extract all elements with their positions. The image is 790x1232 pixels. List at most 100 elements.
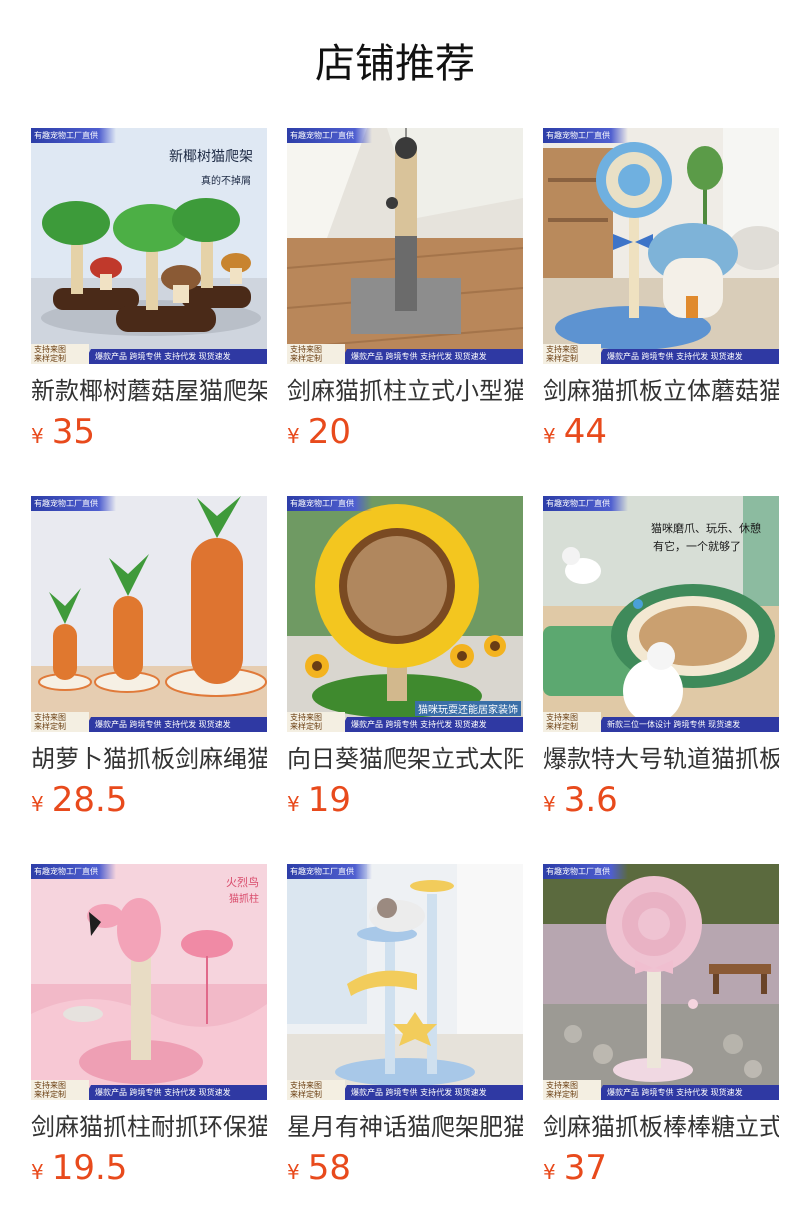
custom-badge-line1: 支持来图: [546, 713, 578, 722]
product-name[interactable]: 剑麻猫抓板棒棒糖立式: [543, 1110, 779, 1144]
custom-badge-line2: 来样定制: [34, 354, 66, 363]
custom-badge: 支持来图 来样定制: [543, 344, 601, 364]
promo-strip: 爆款产品 跨境专供 支持代发 现货速发: [595, 349, 779, 364]
lollipop-mushroom-icon: [543, 128, 779, 364]
currency-symbol: ¥: [287, 424, 300, 448]
product-price: ¥44: [543, 412, 779, 452]
product-card[interactable]: 有趣宠物工厂直供 爆款产品 跨境专供 支持代发 现货速发 支持来图 来样定制 剑麻…: [543, 864, 779, 1188]
custom-badge-line1: 支持来图: [34, 713, 66, 722]
custom-badge-line2: 来样定制: [546, 1090, 578, 1099]
product-name[interactable]: 向日葵猫爬架立式太阳: [287, 742, 523, 776]
product-image[interactable]: 有趣宠物工厂直供 爆款产品 跨境专供 支持代发 现货速发 支持来图 来样定制: [287, 864, 523, 1100]
promo-strip: 爆款产品 跨境专供 支持代发 现货速发: [595, 1085, 779, 1100]
product-card[interactable]: 猫咪玩耍还能居家装饰 有趣宠物工厂直供 爆款产品 跨境专供 支持代发 现货速发 …: [287, 496, 523, 820]
supplier-tag: 有趣宠物工厂直供: [543, 496, 628, 511]
product-price: ¥58: [287, 1148, 523, 1188]
custom-badge-line1: 支持来图: [34, 1081, 66, 1090]
product-card[interactable]: 火烈鸟 猫抓柱 有趣宠物工厂直供 爆款产品 跨境专供 支持代发 现货速发 支持来…: [31, 864, 267, 1188]
product-card[interactable]: 新椰树猫爬架 真的不掉屑 有趣宠物工厂直供 爆款产品 跨境专供 支持代发 现货速…: [31, 128, 267, 452]
product-image[interactable]: 猫咪玩耍还能居家装饰 有趣宠物工厂直供 爆款产品 跨境专供 支持代发 现货速发 …: [287, 496, 523, 732]
overlay-subcaption: 真的不掉屑: [201, 176, 251, 187]
price-value: 35: [51, 412, 95, 452]
product-card[interactable]: 猫咪磨爪、玩乐、休憩 有它，一个就够了 有趣宠物工厂直供 新款三位一体设计 跨境…: [543, 496, 779, 820]
currency-symbol: ¥: [287, 792, 300, 816]
custom-badge-line2: 来样定制: [290, 1090, 322, 1099]
price-value: 44: [563, 412, 607, 452]
supplier-tag: 有趣宠物工厂直供: [287, 128, 372, 143]
overlay-caption: 新椰树猫爬架: [169, 149, 253, 165]
custom-badge-line1: 支持来图: [290, 1081, 322, 1090]
product-price: ¥20: [287, 412, 523, 452]
product-image[interactable]: 有趣宠物工厂直供 爆款产品 跨境专供 支持代发 现货速发 支持来图 来样定制: [287, 128, 523, 364]
sunflower-scratcher-icon: [287, 496, 523, 732]
supplier-tag: 有趣宠物工厂直供: [31, 864, 116, 879]
custom-badge: 支持来图 来样定制: [287, 712, 345, 732]
custom-badge-line2: 来样定制: [34, 1090, 66, 1099]
overlay-caption: 猫咪磨爪、玩乐、休憩: [651, 522, 761, 535]
product-name[interactable]: 星月有神话猫爬架肥猫: [287, 1110, 523, 1144]
product-card[interactable]: 有趣宠物工厂直供 爆款产品 跨境专供 支持代发 现货速发 支持来图 来样定制 胡萝…: [31, 496, 267, 820]
product-image[interactable]: 有趣宠物工厂直供 爆款产品 跨境专供 支持代发 现货速发 支持来图 来样定制: [543, 864, 779, 1100]
price-value: 19: [307, 780, 351, 820]
carrot-scratcher-icon: [31, 496, 267, 732]
supplier-tag: 有趣宠物工厂直供: [287, 496, 372, 511]
overlay-subcaption: 猫抓柱: [229, 894, 259, 905]
promo-strip: 爆款产品 跨境专供 支持代发 现货速发: [83, 1085, 267, 1100]
product-image[interactable]: 猫咪磨爪、玩乐、休憩 有它，一个就够了 有趣宠物工厂直供 新款三位一体设计 跨境…: [543, 496, 779, 732]
product-name[interactable]: 爆款特大号轨道猫抓板: [543, 742, 779, 776]
promo-strip: 爆款产品 跨境专供 支持代发 现货速发: [83, 717, 267, 732]
custom-badge-line1: 支持来图: [34, 345, 66, 354]
custom-badge: 支持来图 来样定制: [31, 712, 89, 732]
product-name[interactable]: 剑麻猫抓柱立式小型猫: [287, 374, 523, 408]
currency-symbol: ¥: [31, 792, 44, 816]
custom-badge-line1: 支持来图: [546, 345, 578, 354]
overlay-subcaption: 有它，一个就够了: [653, 540, 741, 553]
currency-symbol: ¥: [543, 1160, 556, 1184]
lollipop-post-icon: [543, 864, 779, 1100]
product-name[interactable]: 剑麻猫抓柱耐抓环保猫: [31, 1110, 267, 1144]
product-price: ¥37: [543, 1148, 779, 1188]
product-card[interactable]: 有趣宠物工厂直供 爆款产品 跨境专供 支持代发 现货速发 支持来图 来样定制 星月…: [287, 864, 523, 1188]
promo-strip: 爆款产品 跨境专供 支持代发 现货速发: [339, 349, 523, 364]
sisal-post-icon: [287, 128, 523, 364]
custom-badge: 支持来图 来样定制: [543, 1080, 601, 1100]
product-price: ¥35: [31, 412, 267, 452]
price-value: 20: [307, 412, 351, 452]
currency-symbol: ¥: [287, 1160, 300, 1184]
star-moon-cat-tree-icon: [287, 864, 523, 1100]
custom-badge-line2: 来样定制: [546, 354, 578, 363]
product-card[interactable]: 有趣宠物工厂直供 爆款产品 跨境专供 支持代发 现货速发 支持来图 来样定制 剑麻…: [543, 128, 779, 452]
product-name[interactable]: 新款椰树蘑菇屋猫爬架: [31, 374, 267, 408]
price-value: 28.5: [51, 780, 128, 820]
product-image[interactable]: 新椰树猫爬架 真的不掉屑 有趣宠物工厂直供 爆款产品 跨境专供 支持代发 现货速…: [31, 128, 267, 364]
product-name[interactable]: 胡萝卜猫抓板剑麻绳猫: [31, 742, 267, 776]
product-image[interactable]: 有趣宠物工厂直供 爆款产品 跨境专供 支持代发 现货速发 支持来图 来样定制: [31, 496, 267, 732]
price-value: 3.6: [563, 780, 618, 820]
supplier-tag: 有趣宠物工厂直供: [543, 128, 628, 143]
supplier-tag: 有趣宠物工厂直供: [287, 864, 372, 879]
custom-badge: 支持来图 来样定制: [31, 1080, 89, 1100]
custom-badge: 支持来图 来样定制: [287, 1080, 345, 1100]
price-value: 37: [563, 1148, 607, 1188]
custom-badge: 支持来图 来样定制: [543, 712, 601, 732]
overlay-caption: 火烈鸟: [226, 876, 259, 889]
product-card[interactable]: 有趣宠物工厂直供 爆款产品 跨境专供 支持代发 现货速发 支持来图 来样定制 剑麻…: [287, 128, 523, 452]
custom-badge: 支持来图 来样定制: [31, 344, 89, 364]
product-name[interactable]: 剑麻猫抓板立体蘑菇猫: [543, 374, 779, 408]
product-image[interactable]: 有趣宠物工厂直供 爆款产品 跨境专供 支持代发 现货速发 支持来图 来样定制: [543, 128, 779, 364]
custom-badge-line2: 来样定制: [290, 354, 322, 363]
custom-badge-line2: 来样定制: [546, 722, 578, 731]
price-value: 19.5: [51, 1148, 128, 1188]
currency-symbol: ¥: [543, 792, 556, 816]
supplier-tag: 有趣宠物工厂直供: [543, 864, 628, 879]
product-image[interactable]: 火烈鸟 猫抓柱 有趣宠物工厂直供 爆款产品 跨境专供 支持代发 现货速发 支持来…: [31, 864, 267, 1100]
custom-badge-line1: 支持来图: [546, 1081, 578, 1090]
currency-symbol: ¥: [543, 424, 556, 448]
custom-badge-line2: 来样定制: [290, 722, 322, 731]
promo-strip: 爆款产品 跨境专供 支持代发 现货速发: [83, 349, 267, 364]
price-value: 58: [307, 1148, 351, 1188]
supplier-tag: 有趣宠物工厂直供: [31, 128, 116, 143]
currency-symbol: ¥: [31, 424, 44, 448]
promo-strip: 爆款产品 跨境专供 支持代发 现货速发: [339, 1085, 523, 1100]
custom-badge-line2: 来样定制: [34, 722, 66, 731]
